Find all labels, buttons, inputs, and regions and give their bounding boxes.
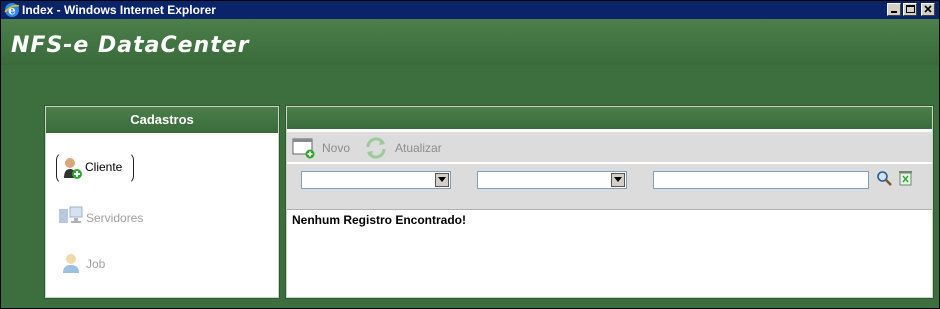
app-header: NFS-e DataCenter [1, 19, 939, 65]
atualizar-button[interactable]: Atualizar [364, 137, 454, 159]
main-panel: Novo Atualizar Nenhum Registro Encontrad… [286, 106, 933, 298]
atualizar-label: Atualizar [395, 141, 442, 155]
minimize-icon [891, 11, 897, 13]
refresh-icon [366, 137, 386, 159]
toolbar: Novo Atualizar [287, 132, 932, 163]
sidebar-item-servidores[interactable]: Servidores [56, 203, 176, 233]
servers-icon [59, 206, 83, 223]
chevron-down-icon[interactable] [435, 173, 449, 187]
close-button[interactable] [921, 3, 935, 16]
sidebar-item-cliente[interactable]: Cliente [56, 152, 134, 184]
search-icon[interactable] [876, 170, 893, 187]
cadastros-panel-title: Cadastros [46, 107, 278, 133]
sidebar-item-label: Cliente [85, 160, 123, 174]
internet-explorer-icon: e [4, 3, 20, 18]
main-panel-header [287, 107, 932, 129]
filter-bar [287, 164, 932, 210]
sidebar-item-label: Job [86, 257, 106, 271]
user-job-icon [63, 254, 79, 273]
sidebar-item-job[interactable]: Job [56, 249, 176, 279]
new-window-icon [292, 138, 315, 159]
chevron-down-icon[interactable] [611, 173, 625, 187]
maximize-button[interactable] [903, 3, 917, 16]
cadastros-panel: Cadastros Cliente Servidores Job [45, 106, 279, 298]
close-icon [924, 5, 932, 13]
novo-label: Novo [322, 141, 351, 155]
novo-button[interactable]: Novo [292, 137, 354, 159]
client-add-icon [64, 158, 82, 179]
filter-select-1[interactable] [301, 171, 451, 189]
empty-state-message: Nenhum Registro Encontrado! [292, 213, 467, 227]
minimize-button[interactable] [887, 3, 901, 16]
app-logo: NFS-e DataCenter [11, 33, 250, 58]
clear-filter-icon[interactable] [898, 169, 913, 187]
browser-window: e Index - Windows Internet Explorer NFS-… [0, 0, 940, 309]
window-title: Index - Windows Internet Explorer [22, 3, 216, 17]
sidebar-item-label: Servidores [86, 211, 144, 225]
filter-select-2[interactable] [477, 171, 627, 189]
title-bar: e Index - Windows Internet Explorer [1, 1, 939, 19]
search-input[interactable] [653, 171, 869, 189]
maximize-icon [906, 5, 915, 13]
